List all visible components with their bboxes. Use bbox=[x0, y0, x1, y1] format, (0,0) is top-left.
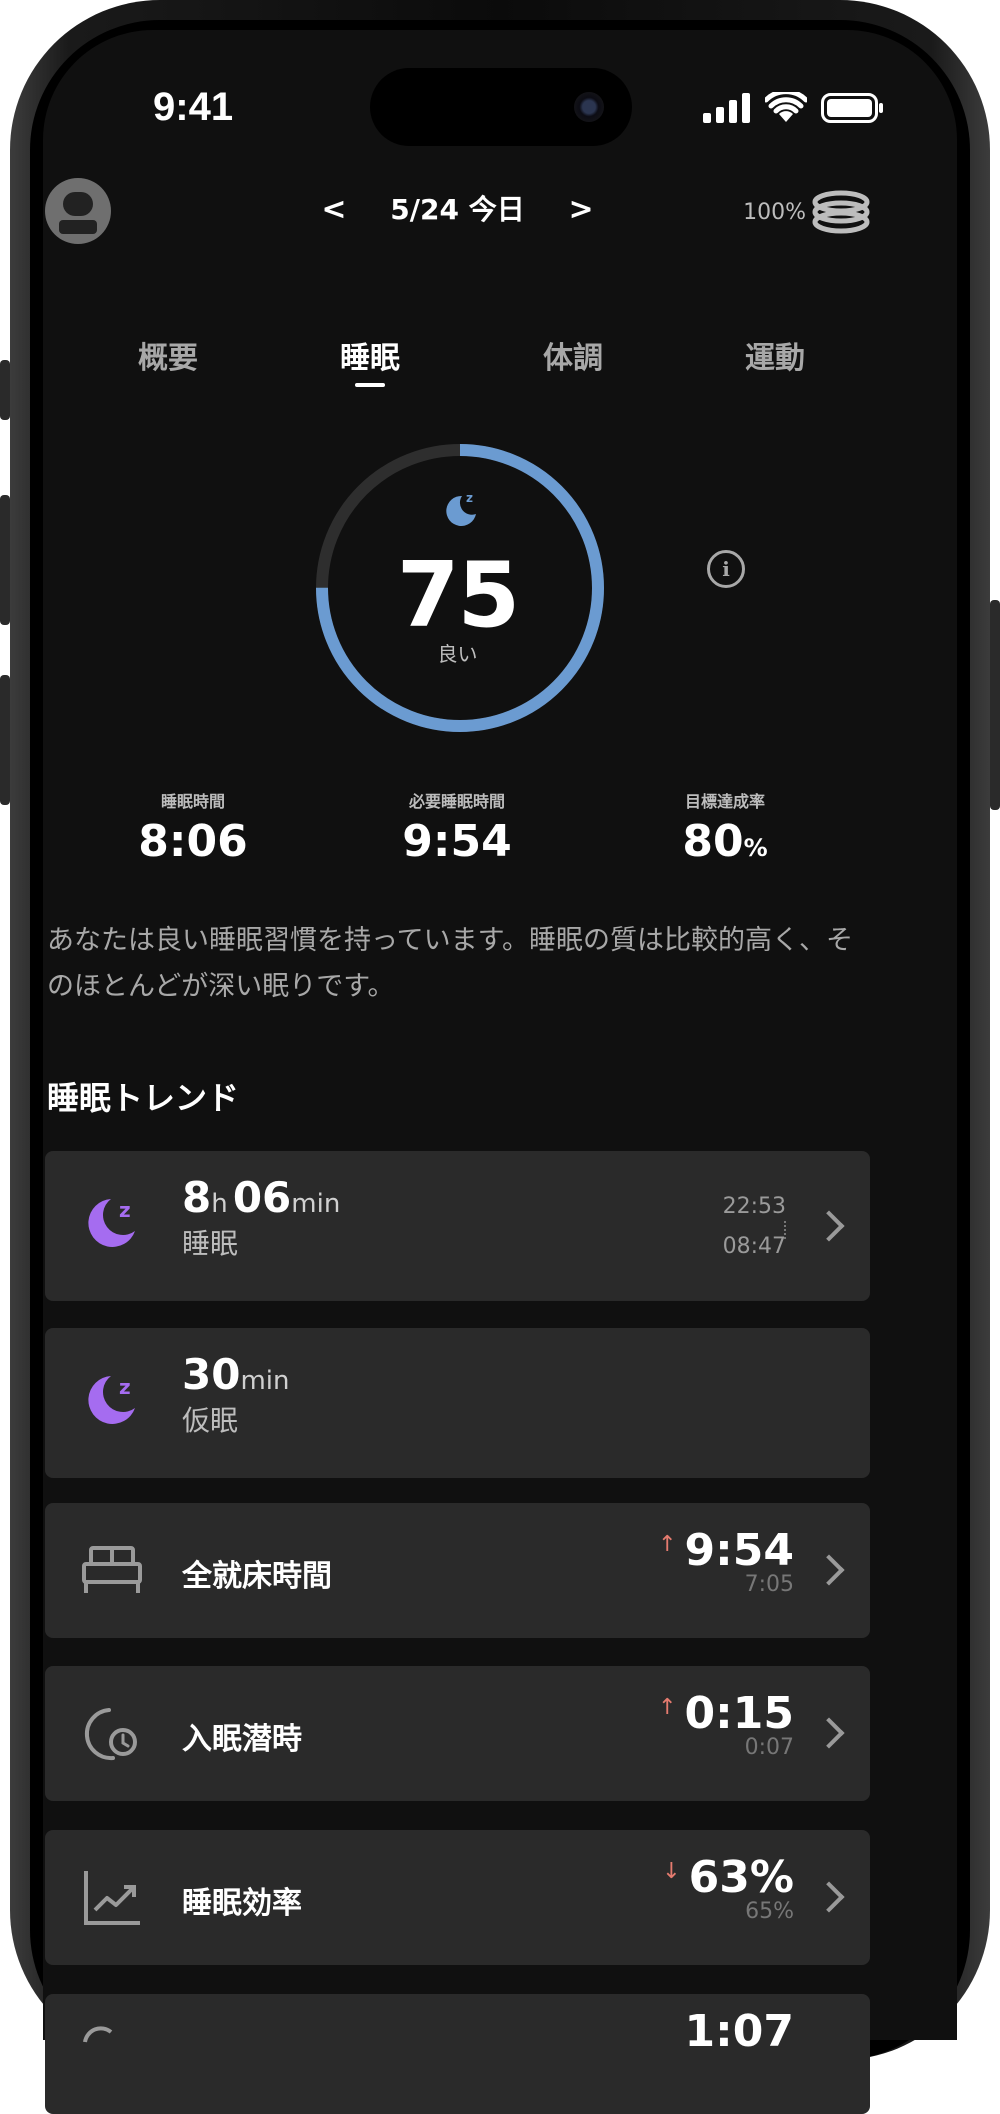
chevron-left-icon[interactable]: < bbox=[321, 192, 346, 227]
latency-card[interactable]: 入眠潜時 ↑ 0:15 0:07 bbox=[45, 1666, 870, 1801]
stat-label: 目標達成率 bbox=[684, 792, 765, 811]
latency-metric: ↑ 0:15 0:07 bbox=[658, 1688, 794, 1760]
stat-value: 8:06 bbox=[138, 816, 248, 867]
sleep-time-divider bbox=[784, 1221, 786, 1239]
date-label: 5/24 今日 bbox=[390, 193, 525, 226]
dynamic-island bbox=[370, 68, 632, 146]
score-label: 良い bbox=[437, 642, 478, 666]
arrow-up-icon: ↑ bbox=[658, 1695, 677, 1720]
tab-sleep[interactable]: 睡眠 bbox=[300, 333, 440, 387]
stat-label: 必要睡眠時間 bbox=[408, 792, 505, 811]
in-bed-label: 全就床時間 bbox=[182, 1559, 332, 1594]
moon-clock-icon bbox=[84, 1708, 137, 1761]
tab-condition[interactable]: 体調 bbox=[503, 333, 643, 377]
device-battery-percent: 100% bbox=[743, 199, 806, 225]
score-value: 75 bbox=[396, 543, 520, 648]
nap-card[interactable]: z 30min 仮眠 bbox=[45, 1328, 870, 1478]
chevron-right-icon[interactable] bbox=[813, 1554, 845, 1586]
battery-status-icon bbox=[821, 93, 883, 123]
sleep-card[interactable]: z 8h 06min 睡眠 22:53 08:47 bbox=[45, 1151, 870, 1301]
moon-icon: z bbox=[88, 1198, 135, 1247]
ring-device-icon bbox=[812, 190, 870, 234]
status-time: 9:41 bbox=[153, 85, 234, 129]
tab-bar: 概要 睡眠 体調 運動 bbox=[45, 333, 870, 403]
volume-down-button bbox=[0, 675, 10, 805]
chevron-right-icon[interactable] bbox=[813, 1717, 845, 1749]
trend-chart-icon bbox=[84, 1871, 140, 1925]
signal-icon bbox=[703, 93, 750, 123]
stat-required-sleep: 必要睡眠時間 9:54 bbox=[357, 788, 557, 867]
sleep-duration: 8h 06min 睡眠 bbox=[182, 1173, 341, 1260]
partial-metric: 1:07 bbox=[684, 2006, 794, 2057]
in-bed-card[interactable]: 全就床時間 ↑ 9:54 7:05 bbox=[45, 1503, 870, 1638]
sleep-end-time: 08:47 bbox=[722, 1234, 786, 1259]
sleep-card-label: 睡眠 bbox=[182, 1227, 239, 1260]
stat-value: 80% bbox=[682, 816, 768, 867]
chevron-right-icon[interactable]: > bbox=[568, 192, 593, 227]
bed-icon bbox=[82, 1546, 142, 1593]
moon-icon: z bbox=[88, 1375, 135, 1424]
power-button bbox=[990, 600, 1000, 810]
efficiency-label: 睡眠効率 bbox=[182, 1886, 302, 1921]
tab-exercise[interactable]: 運動 bbox=[705, 333, 845, 377]
info-icon[interactable]: i bbox=[707, 550, 745, 588]
arrow-down-icon: ↓ bbox=[662, 1859, 681, 1884]
stat-sleep-time: 睡眠時間 8:06 bbox=[93, 788, 293, 867]
camera-icon bbox=[574, 92, 604, 122]
section-title: 睡眠トレンド bbox=[47, 1079, 240, 1117]
efficiency-card[interactable]: 睡眠効率 ↓ 63% 65% bbox=[45, 1830, 870, 1965]
sleep-description: あなたは良い睡眠習慣を持っています。睡眠の質は比較的高く、そのほとんどが深い眠り… bbox=[47, 925, 853, 1002]
arrow-up-icon: ↑ bbox=[658, 1532, 677, 1557]
svg-text:z: z bbox=[466, 491, 473, 505]
chevron-right-icon[interactable] bbox=[813, 1210, 845, 1242]
latency-label: 入眠潜時 bbox=[182, 1722, 302, 1757]
chevron-right-icon[interactable] bbox=[813, 1881, 845, 1913]
nap-duration: 30min 仮眠 bbox=[182, 1350, 290, 1437]
stat-value: 9:54 bbox=[402, 816, 512, 867]
wifi-icon bbox=[765, 92, 807, 122]
status-icons bbox=[703, 92, 885, 124]
tab-overview[interactable]: 概要 bbox=[98, 333, 238, 377]
top-bar: < 5/24 今日 > 100% bbox=[45, 148, 870, 248]
sleep-start-time: 22:53 bbox=[722, 1194, 786, 1219]
stat-goal-rate: 目標達成率 80% bbox=[625, 788, 825, 867]
tab-active-indicator bbox=[355, 383, 385, 387]
efficiency-metric: ↓ 63% 65% bbox=[662, 1852, 794, 1924]
silent-switch bbox=[0, 360, 10, 420]
in-bed-metric: ↑ 9:54 7:05 bbox=[658, 1525, 794, 1597]
moon-icon: z bbox=[446, 491, 476, 526]
sleep-stats: 睡眠時間 8:06 必要睡眠時間 9:54 目標達成率 80% bbox=[45, 788, 870, 878]
nap-card-label: 仮眠 bbox=[182, 1404, 239, 1437]
volume-up-button bbox=[0, 495, 10, 625]
sleep-times: 22:53 08:47 bbox=[723, 1187, 786, 1267]
partial-card[interactable]: 1:07 bbox=[45, 1994, 870, 2114]
stat-label: 睡眠時間 bbox=[160, 792, 225, 811]
stat-unit: % bbox=[743, 834, 768, 862]
device-battery[interactable]: 100% bbox=[743, 190, 870, 234]
partial-icon bbox=[83, 2026, 113, 2043]
svg-text:z: z bbox=[119, 1198, 131, 1222]
sleep-score: z 75 良い i bbox=[45, 438, 870, 738]
svg-text:z: z bbox=[119, 1375, 131, 1399]
app-content: < 5/24 今日 > 100% 概要 睡眠 体調 運動 z 75 良い i 睡… bbox=[45, 148, 870, 2114]
